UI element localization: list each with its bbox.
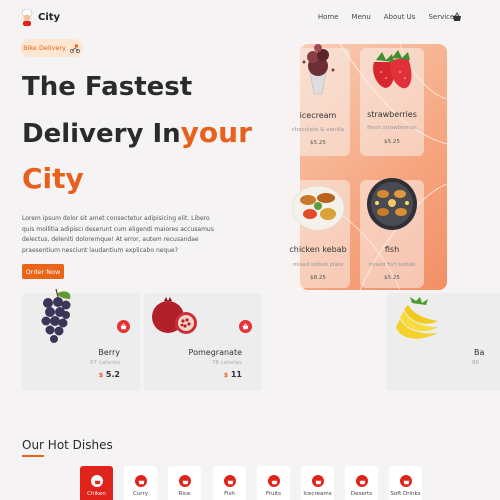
badge-label: Bike Delivery bbox=[23, 44, 66, 52]
category-rice[interactable]: Rice bbox=[168, 466, 201, 500]
header: City Home Menu About Us Services bbox=[0, 0, 500, 36]
menu-card-name: chicken kebab bbox=[289, 245, 347, 254]
menu-card-name: strawberries bbox=[367, 110, 417, 119]
fruit-calories: 86 bbox=[472, 360, 479, 366]
chef-logo-icon bbox=[21, 8, 33, 26]
category-curry[interactable]: Curry bbox=[124, 466, 157, 500]
hero-title-line3: City bbox=[22, 162, 84, 195]
category-label: Rice bbox=[178, 491, 191, 497]
menu-card-price: $8.25 bbox=[286, 275, 350, 281]
logo-text: City bbox=[38, 11, 61, 23]
nav-menu[interactable]: Menu bbox=[352, 13, 371, 21]
price-value: 5.25 bbox=[313, 140, 326, 146]
menu-card-fish[interactable]: fish mixed fish kebab $5.25 bbox=[360, 178, 424, 288]
basket-icon bbox=[268, 475, 280, 487]
grapes-image bbox=[41, 288, 71, 343]
fruit-card-pomegranate[interactable]: Pomegranate 78 calories $ 11 bbox=[144, 293, 262, 391]
price-value: 8.25 bbox=[313, 275, 326, 281]
strawberries-image bbox=[373, 50, 412, 89]
menu-card-desc: mixed kebab plate bbox=[292, 262, 344, 268]
fruit-price: $ 11 bbox=[224, 370, 242, 379]
add-to-cart-button[interactable] bbox=[117, 320, 130, 333]
fish-plate-image bbox=[367, 178, 417, 230]
currency: $ bbox=[98, 372, 104, 379]
fruit-card-banana[interactable]: Ba 86 bbox=[386, 293, 500, 391]
basket-icon bbox=[224, 475, 236, 487]
fruit-calories: 67 calories bbox=[89, 360, 120, 366]
menu-card-desc: chocolate & vanilla bbox=[291, 127, 345, 133]
category-fruits[interactable]: Fruits bbox=[257, 466, 290, 500]
category-icecreams[interactable]: Icecreams bbox=[301, 466, 334, 500]
category-fish[interactable]: Fish bbox=[213, 466, 246, 500]
hero-title-accent: your bbox=[180, 116, 252, 149]
section-title: Our Hot Dishes bbox=[22, 438, 113, 452]
basket-icon bbox=[312, 475, 324, 487]
basket-icon bbox=[91, 475, 103, 487]
fruit-price: $ 5.2 bbox=[99, 370, 120, 379]
category-label: Fruits bbox=[265, 491, 282, 497]
fruit-name: Pomegranate bbox=[188, 348, 242, 357]
fruit-name: Berry bbox=[98, 348, 120, 357]
logo[interactable]: City bbox=[20, 8, 60, 26]
menu-card-strawberries[interactable]: strawberries fresh strawberries $5.25 bbox=[360, 48, 424, 156]
hero-title-line2: Delivery Inyour bbox=[22, 116, 252, 149]
kebab-plate-image bbox=[291, 185, 345, 231]
menu-card-price: $5.25 bbox=[286, 140, 350, 146]
menu-card-name: icecream bbox=[299, 111, 337, 120]
basket-icon bbox=[179, 475, 191, 487]
basket-icon bbox=[242, 323, 249, 330]
hero-description: Lorem ipsum dolor sit amet consectetur a… bbox=[22, 215, 214, 254]
currency: $ bbox=[223, 372, 229, 379]
main-nav: Home Menu About Us Services bbox=[318, 13, 458, 21]
bike-delivery-badge: Bike Delivery bbox=[20, 39, 83, 57]
menu-card-name: fish bbox=[384, 245, 400, 254]
category-label: Soft Drinks bbox=[390, 491, 421, 497]
menu-card-price: $5.25 bbox=[360, 275, 424, 281]
category-label: Deserts bbox=[350, 491, 373, 497]
nav-about-us[interactable]: About Us bbox=[384, 13, 416, 21]
bike-icon bbox=[69, 44, 80, 53]
category-label: Chiken bbox=[87, 491, 106, 497]
add-to-cart-button[interactable] bbox=[239, 320, 252, 333]
fruit-card-berry[interactable]: Berry 67 calories $ 5.2 bbox=[22, 288, 140, 391]
category-deserts[interactable]: Deserts bbox=[345, 466, 378, 500]
category-chiken[interactable]: Chiken bbox=[80, 466, 113, 500]
menu-card-icecream[interactable]: icecream chocolate & vanilla $5.25 bbox=[286, 44, 350, 156]
pomegranate-image bbox=[152, 297, 197, 334]
basket-icon bbox=[356, 475, 368, 487]
basket-icon bbox=[120, 323, 127, 330]
icecream-image bbox=[302, 44, 335, 95]
category-label: Icecreams bbox=[303, 491, 332, 497]
basket-icon[interactable] bbox=[452, 12, 462, 22]
order-now-button[interactable]: Order Now bbox=[22, 264, 64, 279]
banana-image bbox=[396, 297, 438, 339]
basket-icon bbox=[135, 475, 147, 487]
menu-card-desc: fresh strawberries bbox=[367, 125, 417, 131]
section-underline bbox=[22, 455, 44, 457]
category-soft-drinks[interactable]: Soft Drinks bbox=[389, 466, 422, 500]
price-value: 5.2 bbox=[105, 370, 120, 379]
menu-card-chicken-kebab[interactable]: chicken kebab mixed kebab plate $8.25 bbox=[286, 180, 350, 288]
menu-card-desc: mixed fish kebab bbox=[368, 262, 416, 268]
menu-card-price: $5.25 bbox=[360, 139, 424, 145]
nav-home[interactable]: Home bbox=[318, 13, 339, 21]
category-label: Fish bbox=[224, 491, 235, 497]
hero-title-line1: The Fastest bbox=[22, 72, 193, 102]
price-value: 5.25 bbox=[387, 139, 400, 145]
price-value: 5.25 bbox=[387, 275, 400, 281]
fruit-calories: 78 calories bbox=[211, 360, 242, 366]
hero-title-line2-start: Delivery In bbox=[22, 119, 181, 149]
fruit-name: Ba bbox=[474, 348, 485, 357]
basket-icon bbox=[400, 475, 412, 487]
price-value: 11 bbox=[230, 370, 242, 379]
category-label: Curry bbox=[132, 491, 148, 497]
